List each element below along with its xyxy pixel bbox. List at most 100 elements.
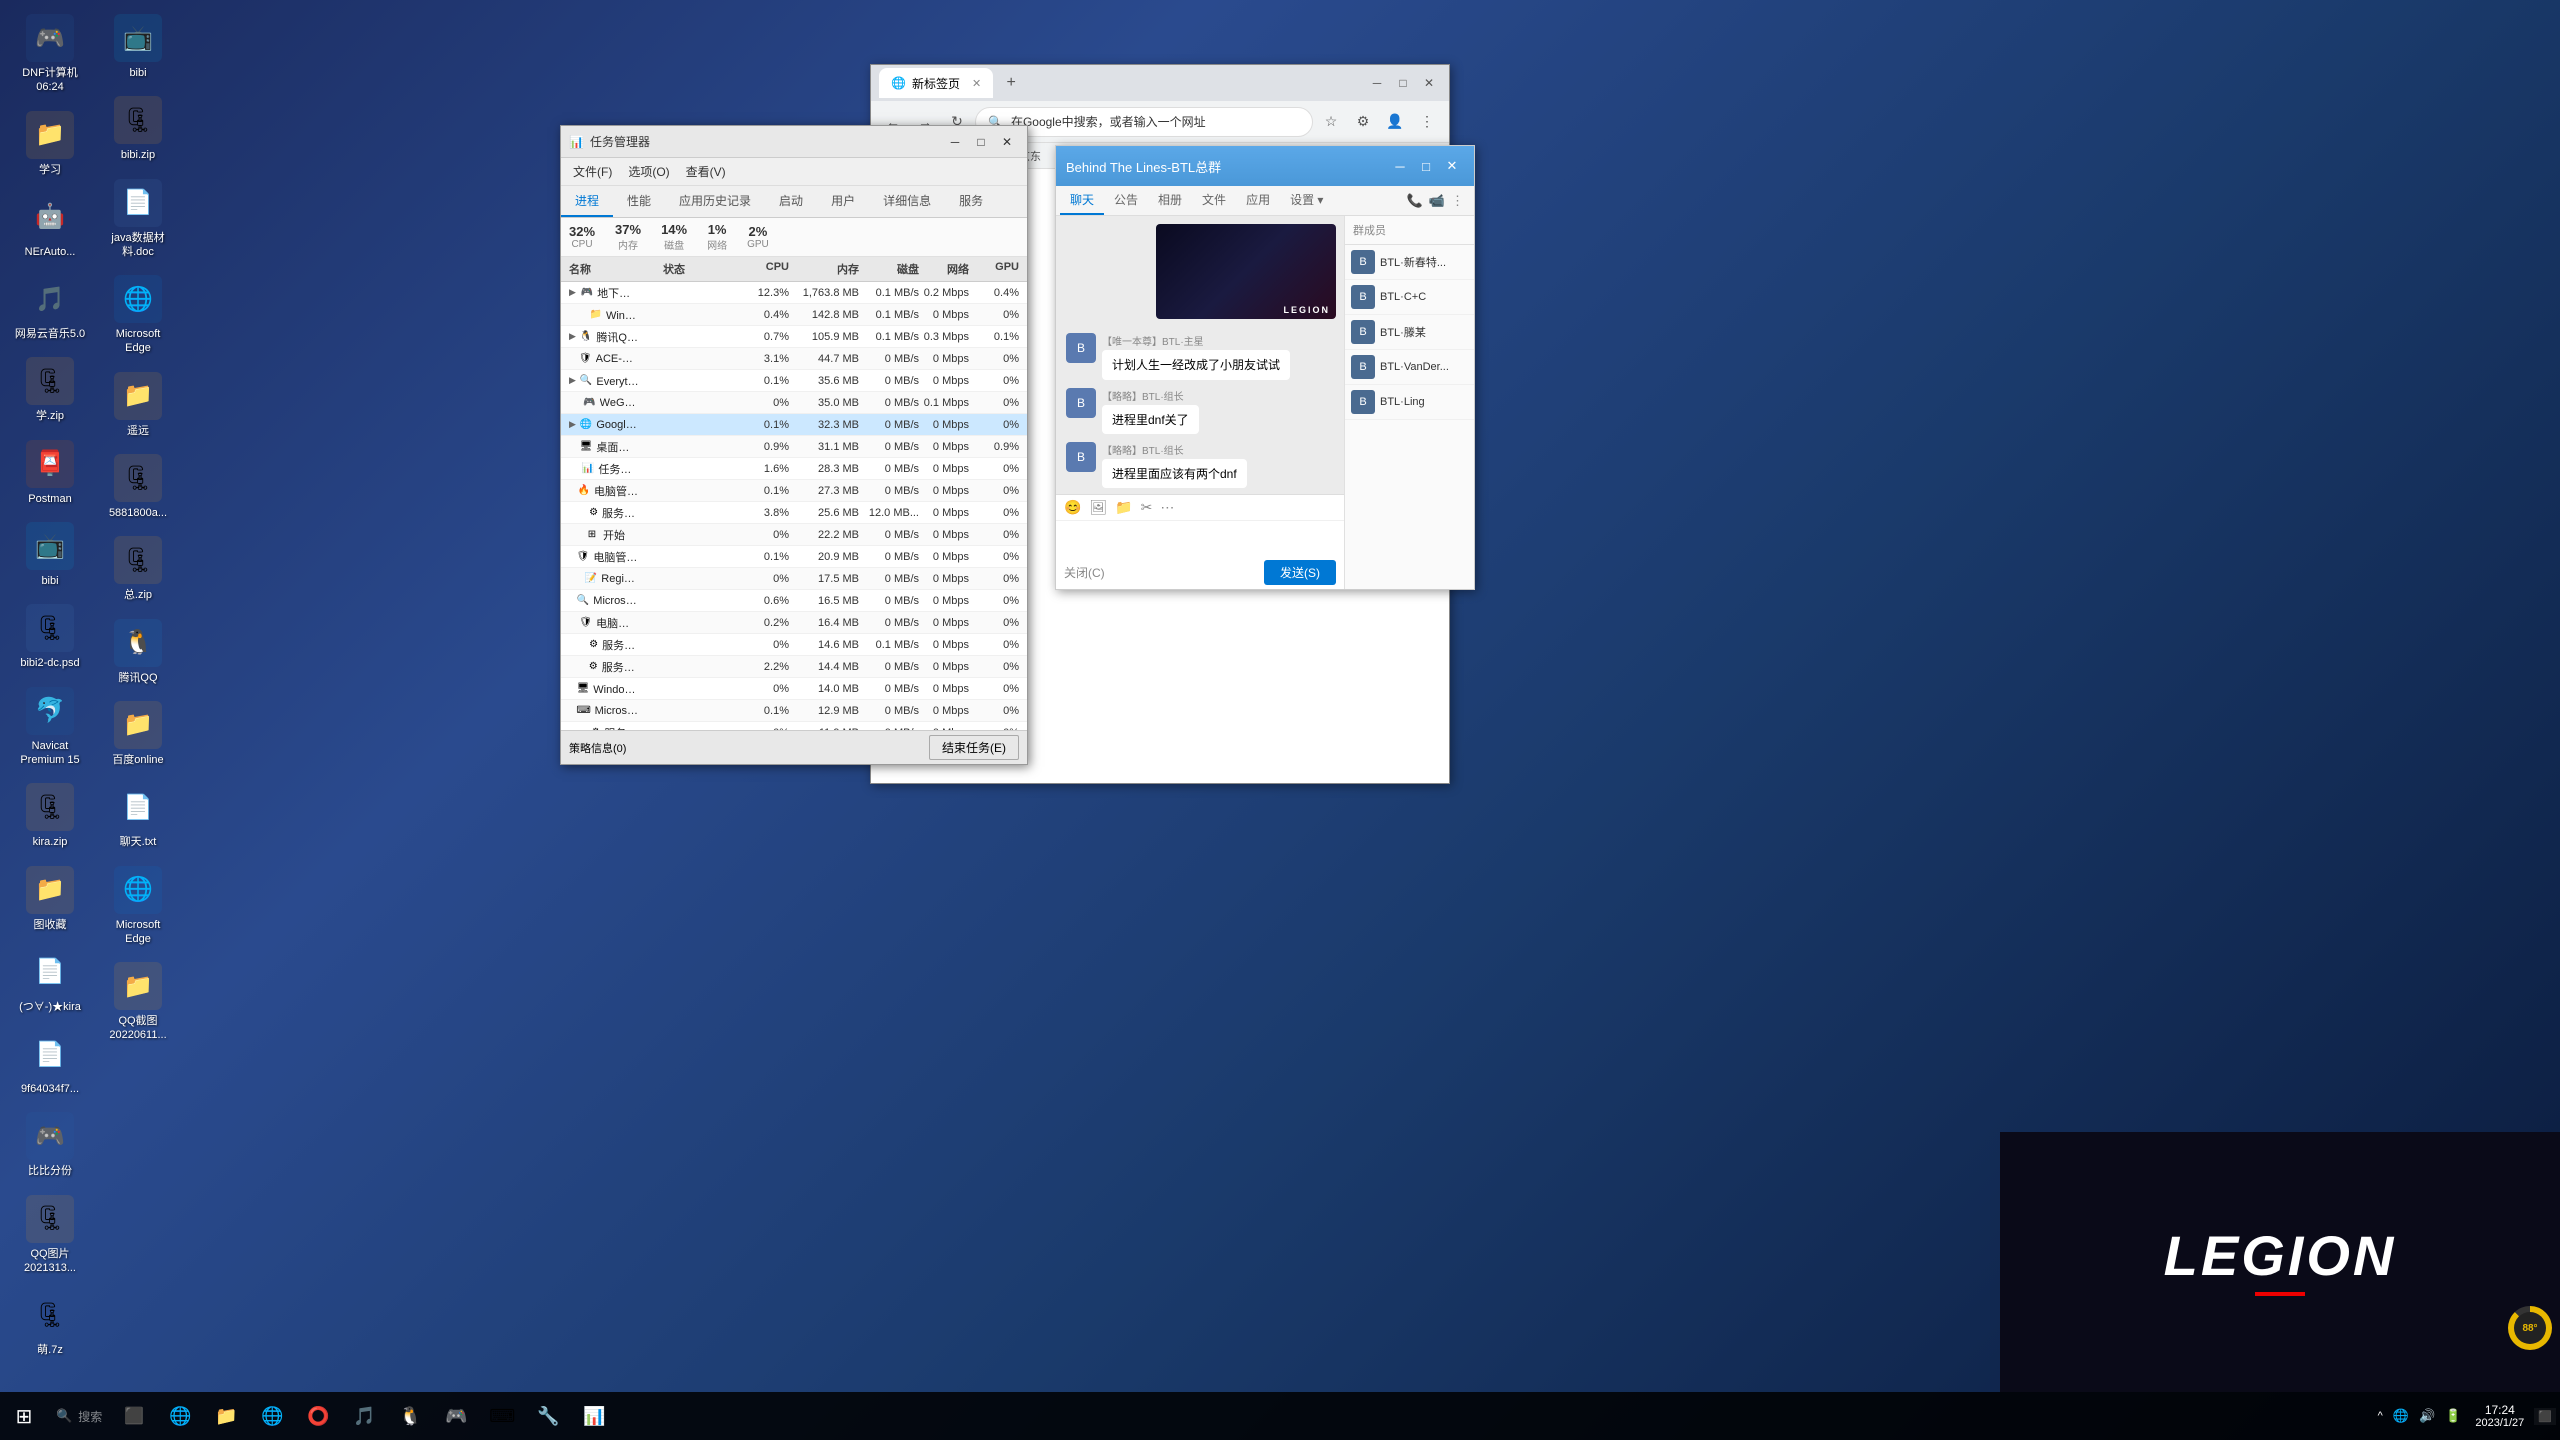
- table-row[interactable]: 🛡 电脑管家 (32 位) 0.2% 16.4 MB 0 MB/s 0 Mbps…: [561, 612, 1027, 634]
- table-row[interactable]: ▶ 🌐 Google Chrome (7) 0.1% 32.3 MB 0 MB/…: [561, 414, 1027, 436]
- tm-tab-应用历史记录[interactable]: 应用历史记录: [665, 186, 765, 217]
- desktop-icon-postman[interactable]: 📮 Postman: [10, 436, 90, 510]
- col-gpu[interactable]: GPU: [969, 261, 1019, 277]
- tm-tab-性能[interactable]: 性能: [613, 186, 665, 217]
- col-cpu[interactable]: CPU: [709, 261, 789, 277]
- tm-tab-详细信息[interactable]: 详细信息: [869, 186, 945, 217]
- taskbar-chrome[interactable]: ⭕: [296, 1394, 340, 1438]
- table-row[interactable]: ⚙ 服务主机: GameDVR 和广播服务-... 2.2% 14.4 MB 0…: [561, 656, 1027, 678]
- volume-icon[interactable]: 🔊: [2415, 1406, 2439, 1426]
- desktop-icon-dnf[interactable]: 🎮 DNF计算机 06:24: [10, 10, 90, 99]
- taskbar-game[interactable]: 🎮: [434, 1394, 478, 1438]
- menu-item-选项(O)[interactable]: 选项(O): [620, 160, 677, 183]
- taskbar-terminal[interactable]: ⌨: [480, 1394, 524, 1438]
- browser-minimize[interactable]: ─: [1365, 72, 1389, 94]
- table-row[interactable]: ⊞ 开始 0% 22.2 MB 0 MB/s 0 Mbps 0%: [561, 524, 1027, 546]
- new-tab-button[interactable]: +: [997, 69, 1025, 97]
- extensions-button[interactable]: ⚙: [1349, 108, 1377, 136]
- col-mem[interactable]: 内存: [789, 261, 859, 277]
- table-row[interactable]: 🖥 Windows Shell Experience 主... 0% 14.0 …: [561, 678, 1027, 700]
- desktop-icon-folder5[interactable]: 📁 QQ截图20220611...: [98, 958, 178, 1047]
- send-button[interactable]: 发送(S): [1264, 560, 1336, 585]
- table-row[interactable]: ⚙ 服务主机: Windows Event Log 0% 14.6 MB 0.1…: [561, 634, 1027, 656]
- tab-apps[interactable]: 应用: [1236, 186, 1280, 215]
- table-row[interactable]: 🛡 电脑管家-实时防护服务 (32 位) 0.1% 20.9 MB 0 MB/s…: [561, 546, 1027, 568]
- desktop-icon-folder4[interactable]: 📁 百度online: [98, 697, 178, 771]
- tab-files[interactable]: 文件: [1192, 186, 1236, 215]
- bookmark-button[interactable]: ☆: [1317, 108, 1345, 136]
- desktop-icon-zip6[interactable]: 🗜 bibi.zip: [98, 92, 178, 166]
- minimize-button[interactable]: ─: [943, 132, 967, 152]
- desktop-icon-java[interactable]: 📄 java数据材料.doc: [98, 175, 178, 264]
- taskbar-item12[interactable]: 📊: [572, 1394, 616, 1438]
- taskbar-explorer[interactable]: 📁: [204, 1394, 248, 1438]
- desktop-icon-zip5[interactable]: 🗜 萌.7z: [10, 1287, 90, 1361]
- taskbar-qq[interactable]: 🐧: [388, 1394, 432, 1438]
- desktop-icon-file1[interactable]: 📄 (つ∀-)★kira: [10, 944, 90, 1018]
- screenshot-button[interactable]: ✂: [1141, 499, 1153, 516]
- menu-item-文件(F)[interactable]: 文件(F): [565, 160, 620, 183]
- tm-tab-启动[interactable]: 启动: [765, 186, 817, 217]
- chat-minimize[interactable]: ─: [1388, 155, 1412, 177]
- video-icon[interactable]: 📹: [1429, 193, 1445, 209]
- more-tools-icon[interactable]: ⋯: [1160, 499, 1174, 516]
- process-table-body[interactable]: ▶ 🎮 地下城与勇士 12.3% 1,763.8 MB 0.1 MB/s 0.2…: [561, 282, 1027, 730]
- desktop-icon-file3[interactable]: 🎮 比比分份: [10, 1108, 90, 1182]
- phone-icon[interactable]: 📞: [1407, 193, 1423, 209]
- member-list-item[interactable]: B BTL·Ling: [1345, 385, 1474, 420]
- col-net[interactable]: 网络: [919, 261, 969, 277]
- browser-maximize[interactable]: □: [1391, 72, 1415, 94]
- chat-maximize[interactable]: □: [1414, 155, 1438, 177]
- desktop-icon-folder1[interactable]: 📁 图收藏: [10, 862, 90, 936]
- table-row[interactable]: 📁 Windows 资源管理器 (2) 0.4% 142.8 MB 0.1 MB…: [561, 304, 1027, 326]
- desktop-icon-navicat[interactable]: 🐬 Navicat Premium 15: [10, 683, 90, 772]
- members-list[interactable]: B BTL·新春特... B BTL·C+C B BTL·滕某 B BTL·Va…: [1345, 245, 1474, 589]
- table-row[interactable]: ⌨ Microsoft Text Input Applicat... 0.1% …: [561, 700, 1027, 722]
- taskbar-task-view[interactable]: ⬛: [112, 1394, 156, 1438]
- temperature-indicator[interactable]: 88°: [2508, 1306, 2552, 1350]
- close-button[interactable]: ✕: [995, 132, 1019, 152]
- table-row[interactable]: ⚙ 服务主机: UltSvc 0% 11.9 MB 0 MB/s 0 Mbps …: [561, 722, 1027, 730]
- taskbar-edge[interactable]: 🌐: [158, 1394, 202, 1438]
- table-row[interactable]: 🛡 ACE-Guard Client 3.1% 44.7 MB 0 MB/s 0…: [561, 348, 1027, 370]
- table-row[interactable]: ▶ 🔍 Everything (32 位) (2) 0.1% 35.6 MB 0…: [561, 370, 1027, 392]
- col-disk[interactable]: 磁盘: [859, 261, 919, 277]
- table-row[interactable]: 🔥 电脑管家-小火柴 (32 位) 0.1% 27.3 MB 0 MB/s 0 …: [561, 480, 1027, 502]
- desktop-icon-file4[interactable]: 📄 聊天.txt: [98, 779, 178, 853]
- browser-tab-active[interactable]: 🌐 新标签页 ✕: [879, 68, 993, 98]
- tab-close-icon[interactable]: ✕: [972, 77, 981, 90]
- maximize-button[interactable]: □: [969, 132, 993, 152]
- start-button[interactable]: ⊞: [0, 1392, 48, 1440]
- desktop-icon-bibi2[interactable]: 📺 bibi: [98, 10, 178, 84]
- desktop-icon-folder2[interactable]: 📁 遥远: [98, 368, 178, 442]
- table-row[interactable]: ▶ 🐧 腾讯QQ (32 位) (6) 0.7% 105.9 MB 0.1 MB…: [561, 326, 1027, 348]
- desktop-icon-edge2[interactable]: 🌐 Microsoft Edge: [98, 862, 178, 951]
- emoji-button[interactable]: 😊: [1064, 499, 1081, 516]
- member-list-item[interactable]: B BTL·新春特...: [1345, 245, 1474, 280]
- expand-btn-2[interactable]: ▶: [569, 331, 576, 342]
- browser-close[interactable]: ✕: [1417, 72, 1441, 94]
- member-list-item[interactable]: B BTL·滕某: [1345, 315, 1474, 350]
- desktop-icon-folder3[interactable]: 🗜 5881800a...: [98, 450, 178, 524]
- image-button[interactable]: 🖼: [1089, 499, 1107, 516]
- notification-button[interactable]: ⬛: [2534, 1408, 2556, 1425]
- col-name[interactable]: 名称: [569, 261, 639, 277]
- desktop-icon-learning[interactable]: 📁 学习: [10, 107, 90, 181]
- desktop-icon-zip3[interactable]: 🗜 kira.zip: [10, 779, 90, 853]
- col-status[interactable]: 状态: [639, 261, 709, 277]
- tm-tab-服务[interactable]: 服务: [945, 186, 997, 217]
- taskbar-search[interactable]: 🔍 搜索: [48, 1394, 110, 1438]
- menu-item-查看(V)[interactable]: 查看(V): [678, 160, 734, 183]
- tab-settings[interactable]: 设置 ▾: [1280, 186, 1333, 215]
- desktop-icon-zip2[interactable]: 🗜 bibi2-dc.psd: [10, 600, 90, 674]
- member-list-item[interactable]: B BTL·C+C: [1345, 280, 1474, 315]
- tm-tab-用户[interactable]: 用户: [817, 186, 869, 217]
- tab-photos[interactable]: 相册: [1148, 186, 1192, 215]
- desktop-icon-zip1[interactable]: 🗜 学.zip: [10, 353, 90, 427]
- end-task-button[interactable]: 结束任务(E): [929, 735, 1019, 760]
- messages-list[interactable]: B 【唯一本尊】BTL·主星 计划人生一经改成了小朋友试试 B 【略略】BTL·…: [1056, 327, 1344, 494]
- battery-icon[interactable]: 🔋: [2441, 1406, 2465, 1426]
- expand-btn-4[interactable]: ▶: [569, 375, 576, 386]
- chat-input-box[interactable]: [1056, 521, 1344, 556]
- network-icon[interactable]: 🌐: [2389, 1406, 2413, 1426]
